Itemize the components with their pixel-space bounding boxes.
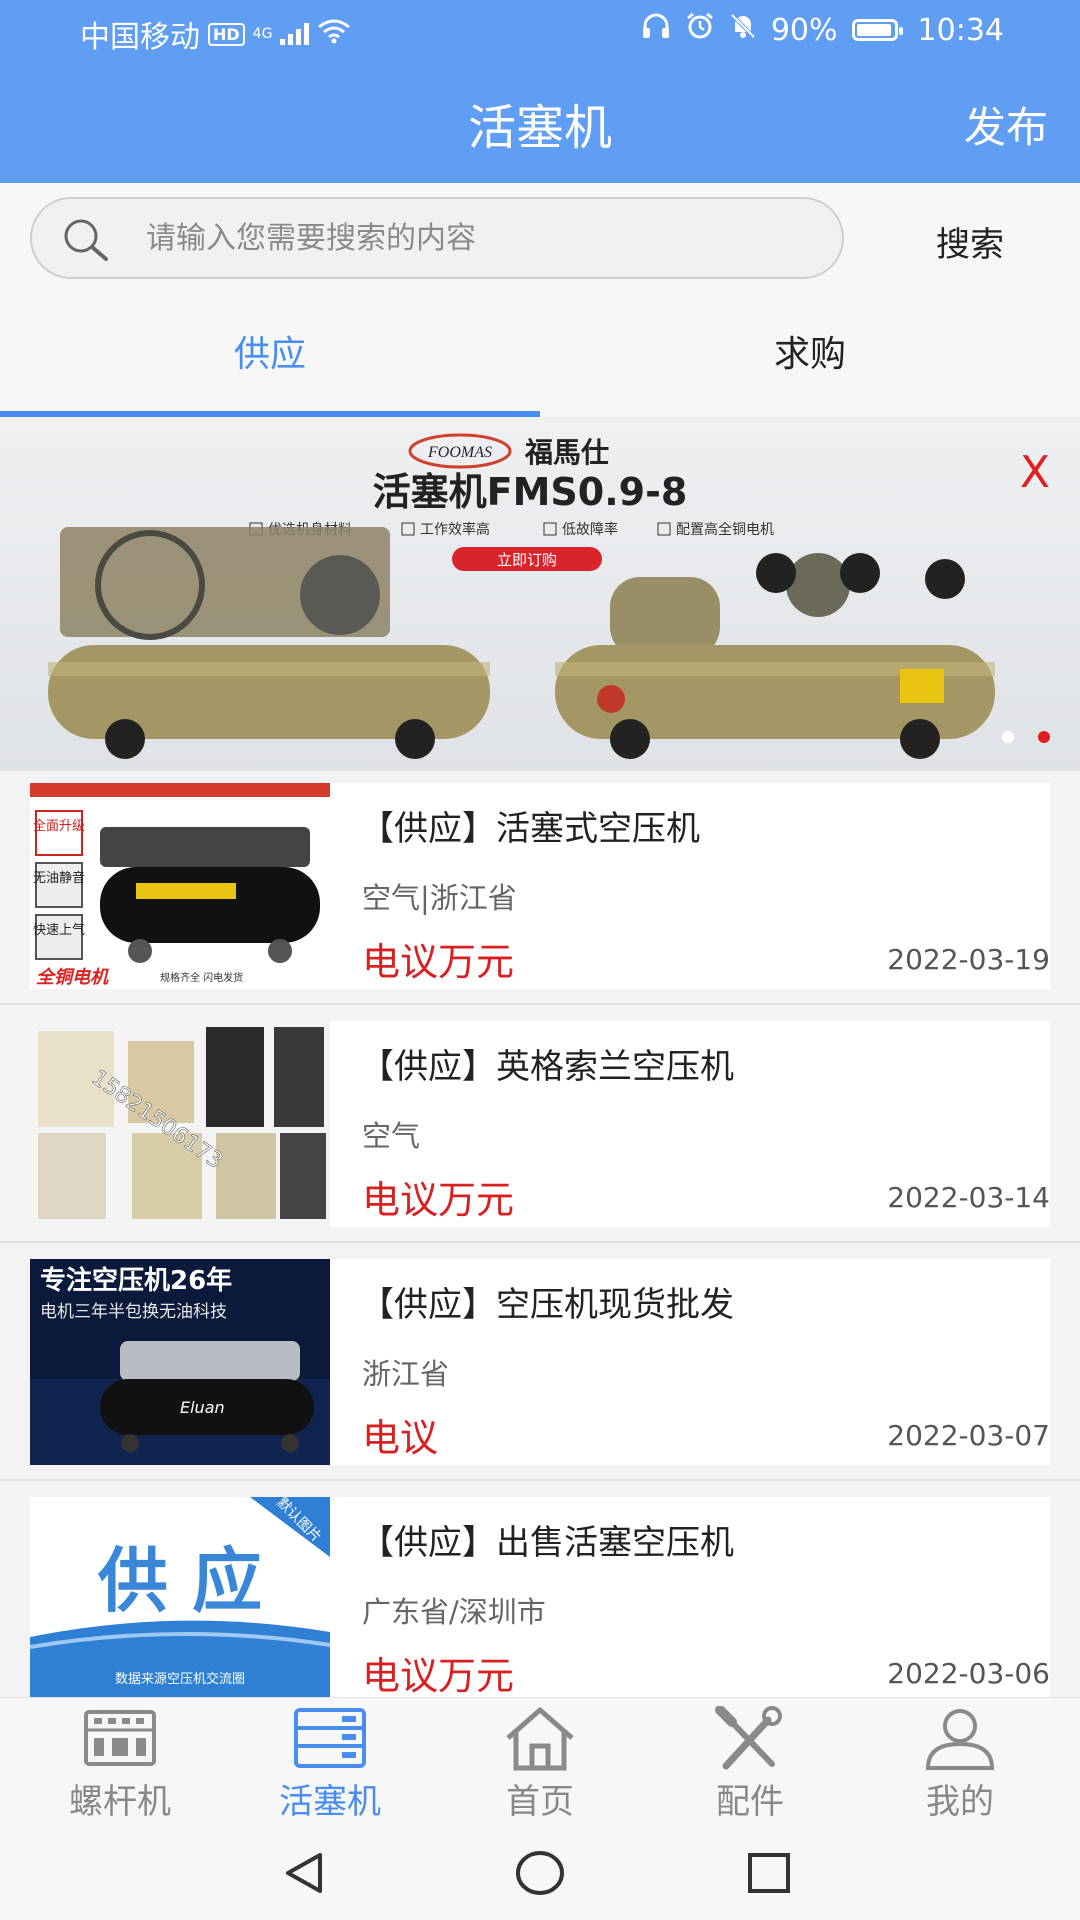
listing-card[interactable]: 全面升级 无油静音 快速上气 全铜电机 规格齐全 闪电发货 【供应】活塞式空压机…: [30, 783, 1050, 989]
listing-title: 【供应】空压机现货批发: [360, 1285, 734, 1325]
tab-bar: 供应 求购: [0, 295, 1080, 417]
nav-label: 首页: [506, 1782, 574, 1822]
tab-purchase[interactable]: 求购: [540, 295, 1080, 417]
tools-icon: [715, 1706, 782, 1770]
search-bar: 搜索: [0, 183, 1080, 295]
banner-image: FOOMAS 福馬仕 活塞机FMS0.9-8 优选机身材料 工作效率高 低故障率…: [48, 433, 995, 759]
alarm-icon: [685, 12, 715, 48]
piston-compressor-icon: [294, 1708, 366, 1768]
nav-item-screw[interactable]: 螺杆机: [12, 1698, 228, 1826]
listing-price: 电议: [362, 1416, 439, 1460]
list-item[interactable]: 专注空压机26年 电机三年半包换无油科技 Eluan 【供应】空压机现货批发 浙…: [0, 1247, 1080, 1481]
banner-feature-2: 工作效率高: [420, 521, 490, 538]
listing-location: 浙江省: [362, 1357, 450, 1391]
nav-label: 我的: [926, 1782, 994, 1822]
listing-card[interactable]: 专注空压机26年 电机三年半包换无油科技 Eluan 【供应】空压机现货批发 浙…: [30, 1259, 1050, 1465]
search-input[interactable]: [146, 199, 826, 277]
listing-price: 电议万元: [362, 1654, 515, 1698]
listing-date: 2022-03-06: [887, 1657, 1050, 1690]
clock: 10:34: [917, 12, 1004, 48]
nav-label: 螺杆机: [69, 1782, 171, 1822]
listing-date: 2022-03-19: [887, 943, 1050, 976]
banner-brand-cn: 福馬仕: [524, 436, 609, 469]
signal-icon: [280, 23, 310, 45]
listing-card[interactable]: 15821506173 【供应】英格索兰空压机 空气 电议万元 2022-03-…: [30, 1021, 1050, 1227]
screw-compressor-icon: [84, 1710, 156, 1766]
listing-title: 【供应】英格索兰空压机: [360, 1047, 734, 1087]
list-item[interactable]: 默认图片 供 应 数据来源空压机交流圈 【供应】出售活塞空压机 广东省/深圳市 …: [0, 1485, 1080, 1719]
battery-icon: [851, 19, 903, 41]
hd-badge: HD: [208, 22, 245, 46]
wifi-icon: [317, 17, 351, 52]
promo-banner[interactable]: FOOMAS 福馬仕 活塞机FMS0.9-8 优选机身材料 工作效率高 低故障率…: [0, 417, 1080, 771]
mute-bell-icon: [729, 12, 757, 48]
tab-supply[interactable]: 供应: [0, 295, 540, 417]
thumb-tag-copper: 全铜电机: [36, 967, 109, 988]
banner-feature-4: 配置高全铜电机: [676, 521, 774, 538]
search-button[interactable]: 搜索: [936, 217, 1004, 266]
page-title: 活塞机: [467, 100, 612, 156]
listing-thumbnail: 默认图片 供 应 数据来源空压机交流圈: [30, 1497, 330, 1703]
banner-close-button[interactable]: X: [1020, 447, 1050, 498]
thumb-supply-text: 供 应: [98, 1540, 262, 1622]
thumb-tag-oilfree: 无油静音: [33, 870, 85, 886]
listing-thumbnail: 专注空压机26年 电机三年半包换无油科技 Eluan: [30, 1259, 330, 1465]
publish-button[interactable]: 发布: [964, 94, 1048, 155]
nav-item-profile[interactable]: 我的: [852, 1698, 1068, 1826]
listing-location: 空气|浙江省: [362, 881, 517, 915]
banner-feature-3: 低故障率: [562, 521, 618, 538]
listing-card[interactable]: 默认图片 供 应 数据来源空压机交流圈 【供应】出售活塞空压机 广东省/深圳市 …: [30, 1497, 1050, 1703]
nav-item-piston[interactable]: 活塞机: [222, 1698, 438, 1826]
listing-thumbnail: 15821506173: [30, 1021, 330, 1227]
banner-pagination: [1002, 731, 1050, 743]
listing-date: 2022-03-07: [887, 1419, 1050, 1452]
home-icon: [506, 1707, 574, 1771]
search-box[interactable]: [30, 197, 844, 279]
thumb-source-text: 数据来源空压机交流圈: [115, 1671, 245, 1687]
search-icon: [62, 217, 110, 265]
home-circle-icon[interactable]: [514, 1849, 566, 1897]
nav-label: 活塞机: [279, 1782, 381, 1822]
banner-dot[interactable]: [1002, 731, 1014, 743]
banner-headline: 活塞机FMS0.9-8: [373, 470, 688, 514]
system-nav-bar: [0, 1825, 1080, 1920]
thumb-subline: 电机三年半包换无油科技: [40, 1302, 227, 1322]
user-icon: [925, 1709, 995, 1770]
nav-label: 配件: [716, 1782, 784, 1822]
recents-icon[interactable]: [746, 1851, 792, 1895]
banner-cta: 立即订购: [497, 551, 557, 569]
listing-thumbnail: 全面升级 无油静音 快速上气 全铜电机 规格齐全 闪电发货: [30, 783, 330, 989]
thumb-headline: 专注空压机26年: [40, 1265, 232, 1296]
list-item[interactable]: 15821506173 【供应】英格索兰空压机 空气 电议万元 2022-03-…: [0, 1009, 1080, 1243]
thumb-tag-upgrade: 全面升级: [33, 818, 85, 834]
listing-location: 空气: [362, 1119, 421, 1153]
status-bar: 中国移动 HD 4G 90% 10:34: [0, 0, 1080, 62]
listing-date: 2022-03-14: [887, 1181, 1050, 1214]
listing-price: 电议万元: [362, 1178, 515, 1222]
thumb-tag-fast: 快速上气: [33, 922, 85, 938]
banner-dot-active[interactable]: [1038, 731, 1050, 743]
headphones-icon: [641, 12, 671, 48]
back-icon[interactable]: [280, 1851, 330, 1895]
battery-percent: 90%: [770, 12, 838, 48]
thumb-brand: Eluan: [180, 1398, 225, 1417]
listing-title: 【供应】出售活塞空压机: [360, 1523, 734, 1563]
list-item[interactable]: 全面升级 无油静音 快速上气 全铜电机 规格齐全 闪电发货 【供应】活塞式空压机…: [0, 771, 1080, 1005]
bottom-nav: 螺杆机 活塞机 首页 配件 我的: [0, 1697, 1080, 1826]
listing-title: 【供应】活塞式空压机: [360, 809, 700, 849]
listing-price: 电议万元: [362, 940, 515, 984]
carrier-label: 中国移动: [80, 20, 200, 55]
nav-item-parts[interactable]: 配件: [642, 1698, 858, 1826]
banner-brand-en: FOOMAS: [427, 444, 492, 461]
app-header: 中国移动 HD 4G 90% 10:34 活塞机 发布: [0, 0, 1080, 183]
listing-location: 广东省/深圳市: [362, 1595, 546, 1629]
nav-item-home[interactable]: 首页: [432, 1698, 648, 1826]
network-type: 4G: [252, 26, 273, 42]
thumb-tag-shipping: 规格齐全 闪电发货: [160, 971, 243, 984]
